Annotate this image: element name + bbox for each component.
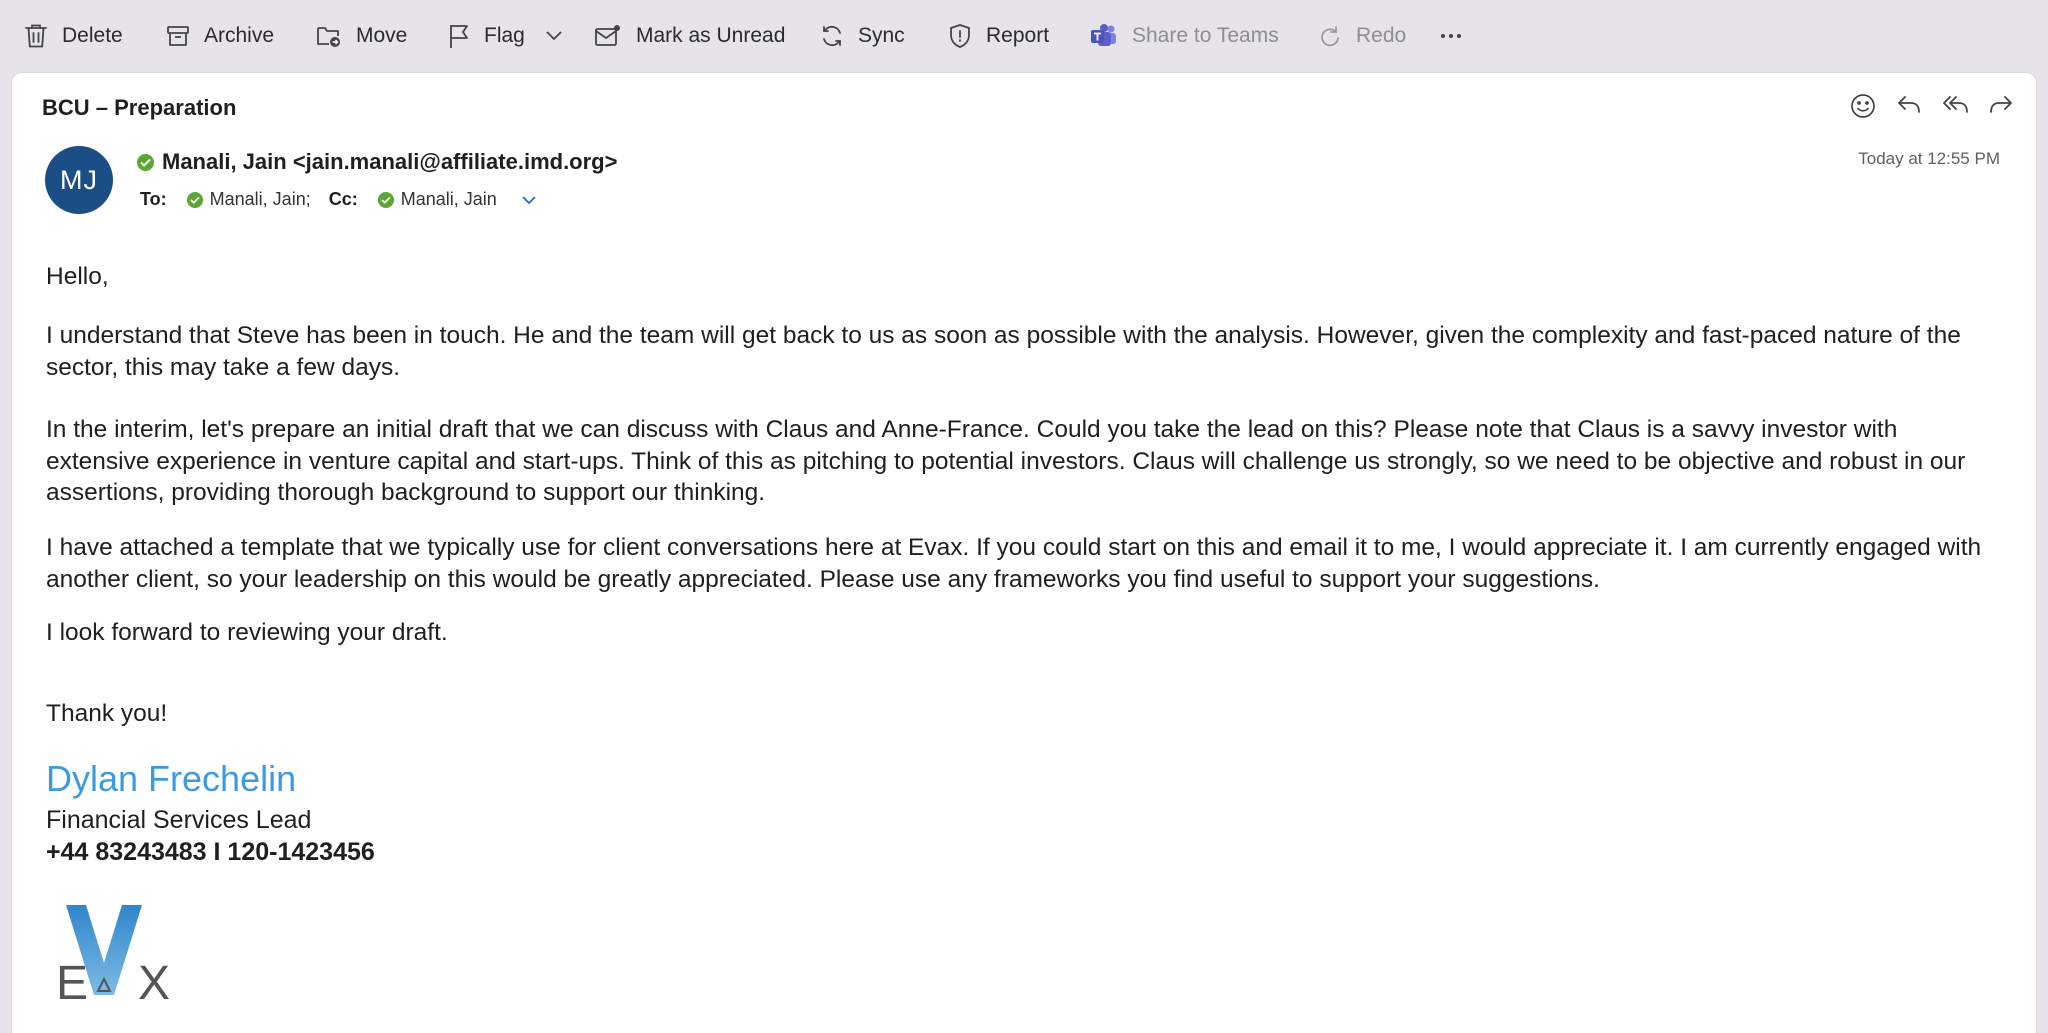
flag-button[interactable]: Flag <box>448 14 563 58</box>
reply-all-icon[interactable] <box>1942 93 1968 117</box>
body-greeting: Hello, <box>46 263 109 290</box>
sync-label: Sync <box>858 24 905 47</box>
ellipsis-icon <box>1440 33 1462 39</box>
presence-available-icon <box>186 191 203 208</box>
cc-label: Cc: <box>328 189 358 209</box>
redo-label: Redo <box>1356 24 1407 47</box>
sync-button[interactable]: Sync <box>820 14 905 58</box>
redo-icon <box>1318 24 1342 48</box>
reply-icon[interactable] <box>1896 93 1920 117</box>
message-actions <box>1850 93 2012 118</box>
recipients-line: To: Manali, Jain; Cc: Manali, Jain <box>140 189 537 210</box>
move-folder-icon <box>316 24 342 48</box>
sender-name: Manali, Jain <jain.manali@affiliate.imd.… <box>162 149 618 174</box>
svg-text:E: E <box>56 957 88 1003</box>
forward-icon[interactable] <box>1988 93 2012 117</box>
body-paragraph: I have attached a template that we typic… <box>46 534 1982 593</box>
delete-button[interactable]: Delete <box>24 14 123 58</box>
mark-unread-label: Mark as Unread <box>636 24 786 47</box>
emoji-react-icon[interactable] <box>1850 93 1875 118</box>
sender-avatar[interactable]: MJ <box>45 146 113 214</box>
to-label: To: <box>140 189 167 209</box>
svg-text:X: X <box>138 957 170 1003</box>
mark-unread-button[interactable]: Mark as Unread <box>594 14 785 58</box>
signature-phone: +44 83243483 I 120-1423456 <box>46 838 375 866</box>
flag-icon <box>448 23 470 49</box>
redo-button[interactable]: Redo <box>1318 14 1406 58</box>
share-teams-label: Share to Teams <box>1132 24 1279 47</box>
presence-available-icon <box>377 191 394 208</box>
signature-name: Dylan Frechelin <box>46 758 297 799</box>
chevron-down-icon[interactable] <box>545 30 563 42</box>
move-label: Move <box>356 24 408 47</box>
to-recipient-name: Manali, Jain; <box>209 189 311 209</box>
flag-label: Flag <box>484 24 525 47</box>
body-paragraph: I look forward to reviewing your draft. <box>46 619 448 646</box>
chevron-down-icon[interactable] <box>521 189 537 210</box>
sender-line[interactable]: Manali, Jain <jain.manali@affiliate.imd.… <box>137 149 617 175</box>
body-paragraph: In the interim, let's prepare an initial… <box>46 416 1966 506</box>
cc-recipient[interactable]: Manali, Jain <box>377 189 497 210</box>
more-options-button[interactable] <box>1440 14 1462 58</box>
delete-label: Delete <box>62 24 123 47</box>
cc-recipient-name: Manali, Jain <box>400 189 497 209</box>
message-timestamp: Today at 12:55 PM <box>1858 149 2000 168</box>
move-button[interactable]: Move <box>316 14 407 58</box>
reading-pane: BCU – Preparation MJ Manali, Jain <jain.… <box>12 73 2036 1033</box>
report-button[interactable]: Report <box>948 14 1049 58</box>
shield-icon <box>948 23 972 49</box>
message-subject: BCU – Preparation <box>42 95 237 120</box>
evax-logo: E X <box>54 903 184 1010</box>
teams-icon <box>1090 23 1118 49</box>
archive-button[interactable]: Archive <box>166 14 274 58</box>
body-paragraph: I understand that Steve has been in touc… <box>46 322 1961 381</box>
sync-icon <box>820 24 844 48</box>
share-to-teams-button[interactable]: Share to Teams <box>1090 14 1279 58</box>
toolbar: Delete Archive Move Flag Mark as Unread … <box>0 0 2048 72</box>
unread-mail-icon <box>594 24 622 48</box>
report-label: Report <box>986 24 1050 47</box>
archive-label: Archive <box>204 24 275 47</box>
body-closing: Thank you! <box>46 700 168 727</box>
signature-title: Financial Services Lead <box>46 806 312 834</box>
trash-icon <box>24 23 48 49</box>
to-recipient[interactable]: Manali, Jain; <box>186 189 311 210</box>
archive-icon <box>166 24 190 48</box>
presence-available-icon <box>137 153 154 171</box>
